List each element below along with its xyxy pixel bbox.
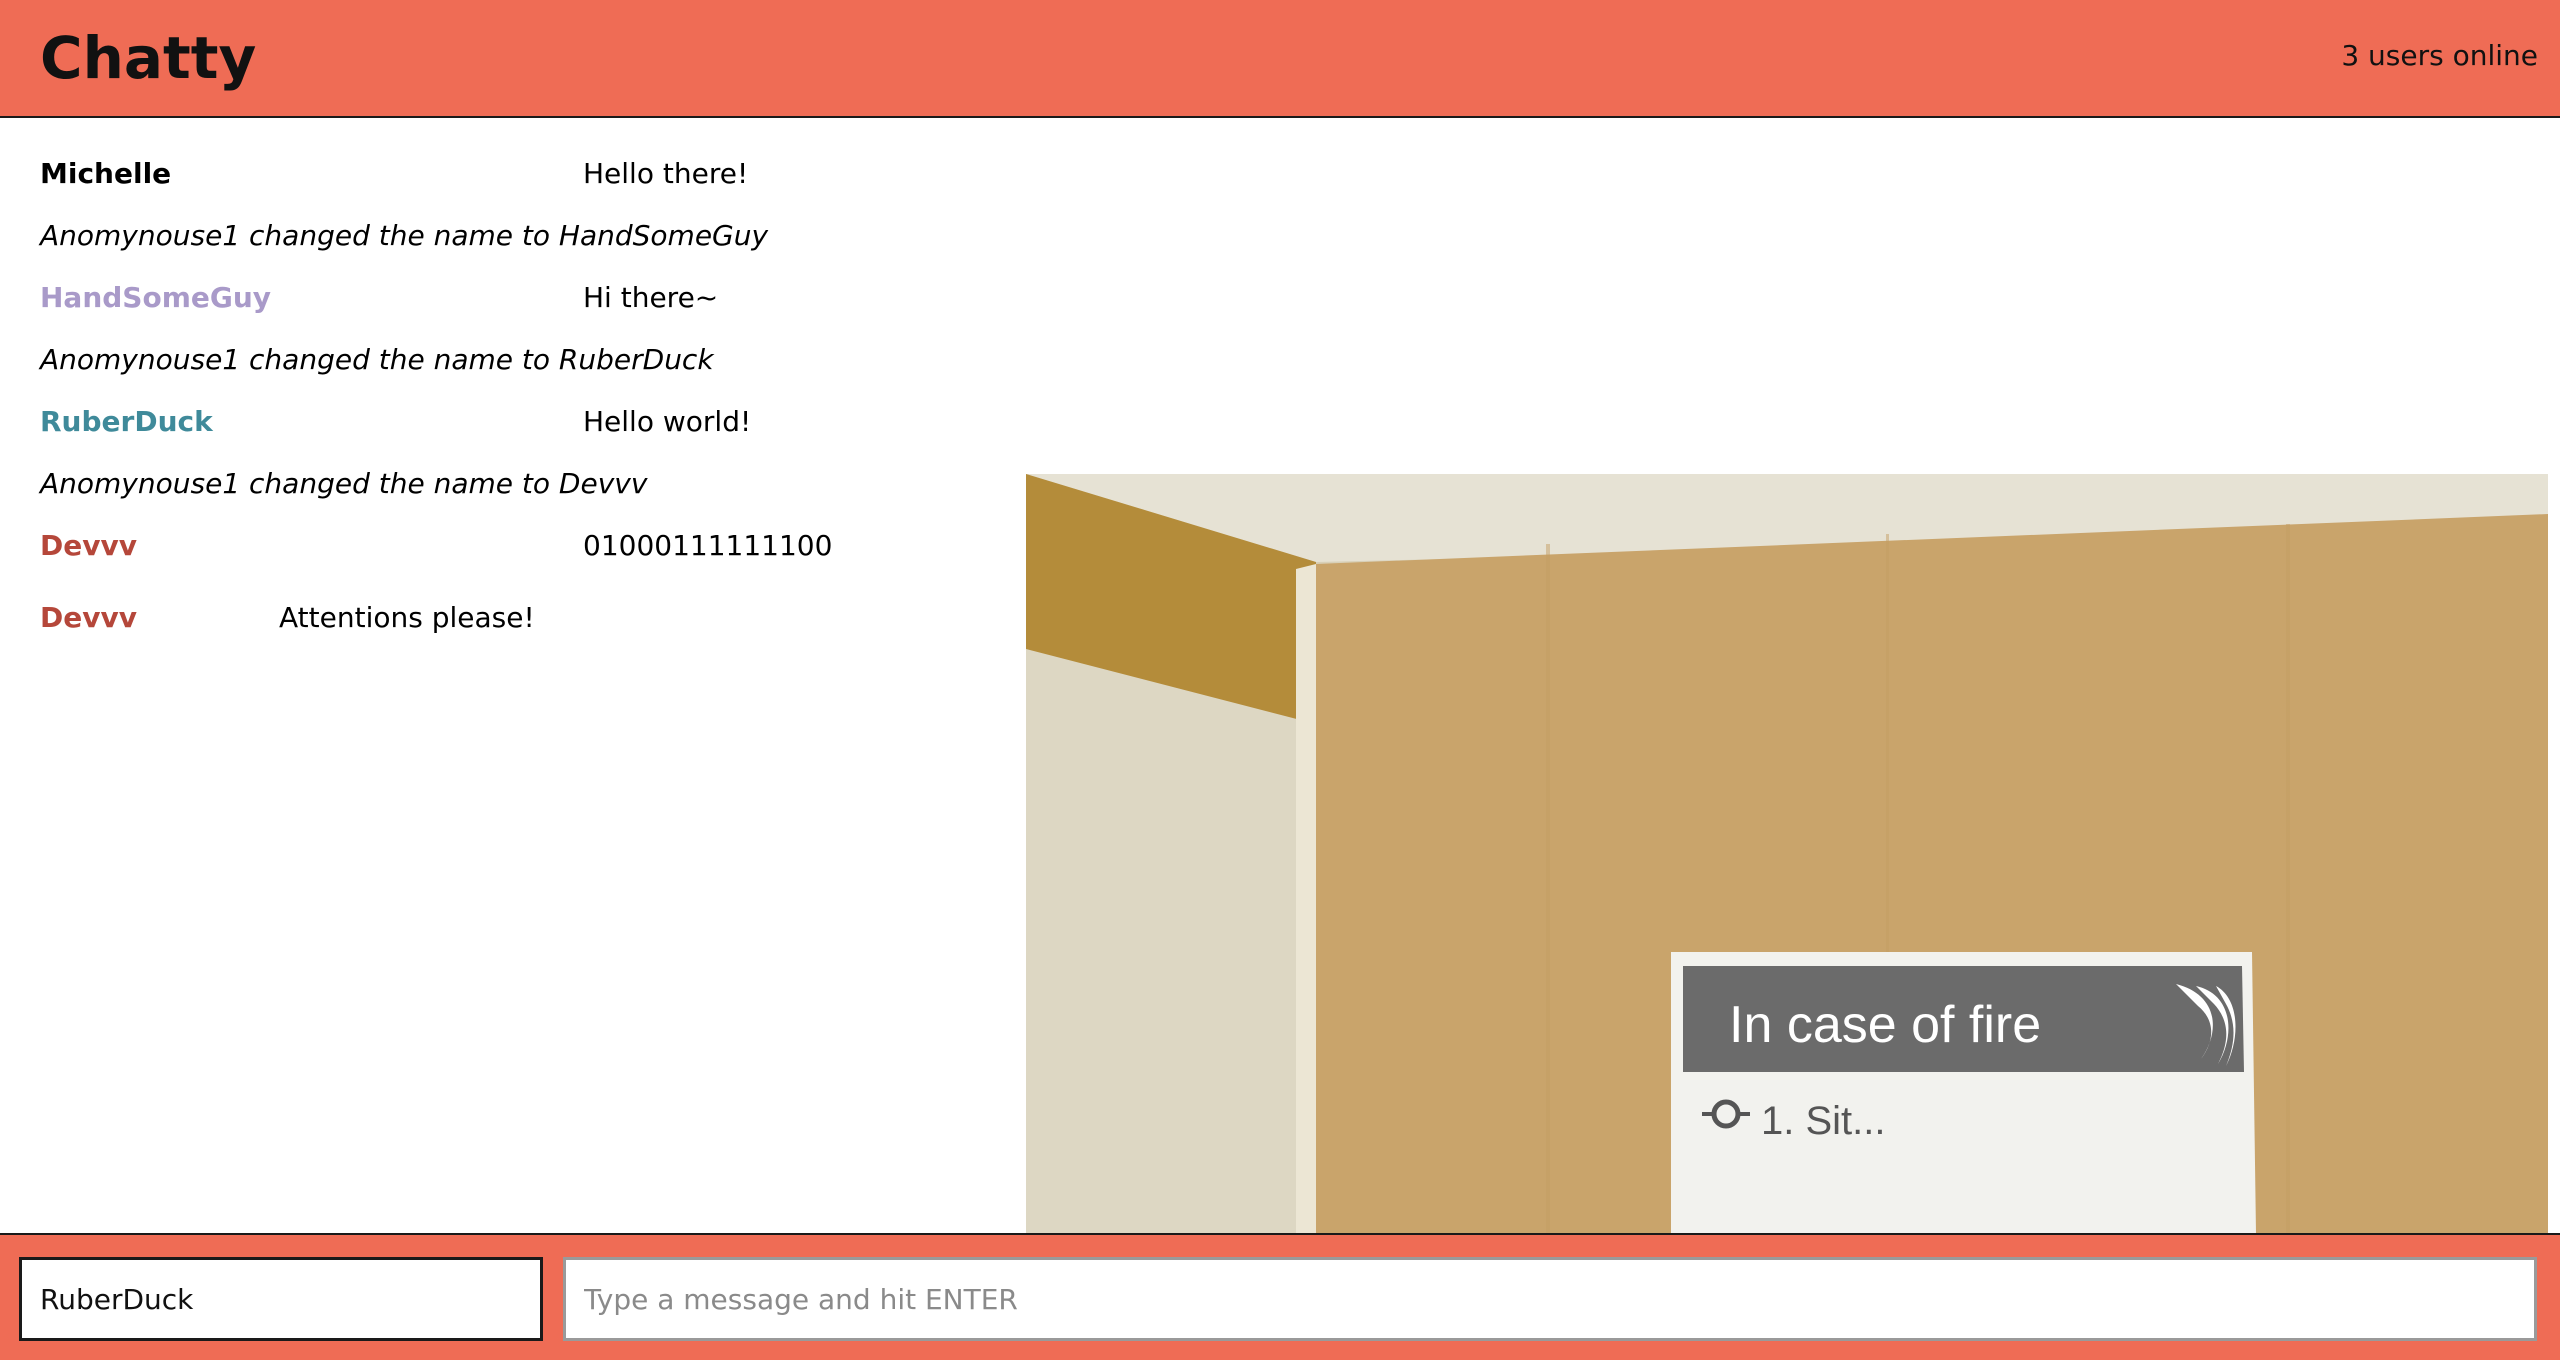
- app-title[interactable]: Chatty: [40, 22, 256, 94]
- online-users-count: 3 users online: [2341, 39, 2538, 72]
- system-notification: Anomynouse1 changed the name to Devvv: [40, 467, 648, 500]
- message-username: RuberDuck: [40, 405, 213, 438]
- message-content: Attentions please!: [279, 601, 535, 634]
- message-image[interactable]: In case of fire 1. Sit...: [1026, 474, 2548, 1234]
- fire-sign: In case of fire 1. Sit...: [1671, 952, 2256, 1234]
- message-input[interactable]: [563, 1257, 2537, 1341]
- message-content: Hello there!: [583, 157, 749, 190]
- sign-partial-text: 1. Sit...: [1761, 1099, 1886, 1143]
- system-notification: Anomynouse1 changed the name to HandSome…: [40, 219, 769, 252]
- system-notification: Anomynouse1 changed the name to RuberDuc…: [40, 343, 714, 376]
- sign-text: In case of fire: [1729, 996, 2041, 1054]
- chat-bar: [0, 1233, 2560, 1360]
- message-content: 01000111111100: [583, 529, 833, 562]
- message-content: Hello world!: [583, 405, 752, 438]
- message-username: Michelle: [40, 157, 172, 190]
- message-username: Devvv: [40, 529, 137, 562]
- navbar: Chatty 3 users online: [0, 0, 2560, 118]
- message-username: Devvv: [40, 601, 137, 634]
- message-username: HandSomeGuy: [40, 281, 272, 314]
- message-content: Hi there~: [583, 281, 719, 314]
- username-input[interactable]: [19, 1257, 543, 1341]
